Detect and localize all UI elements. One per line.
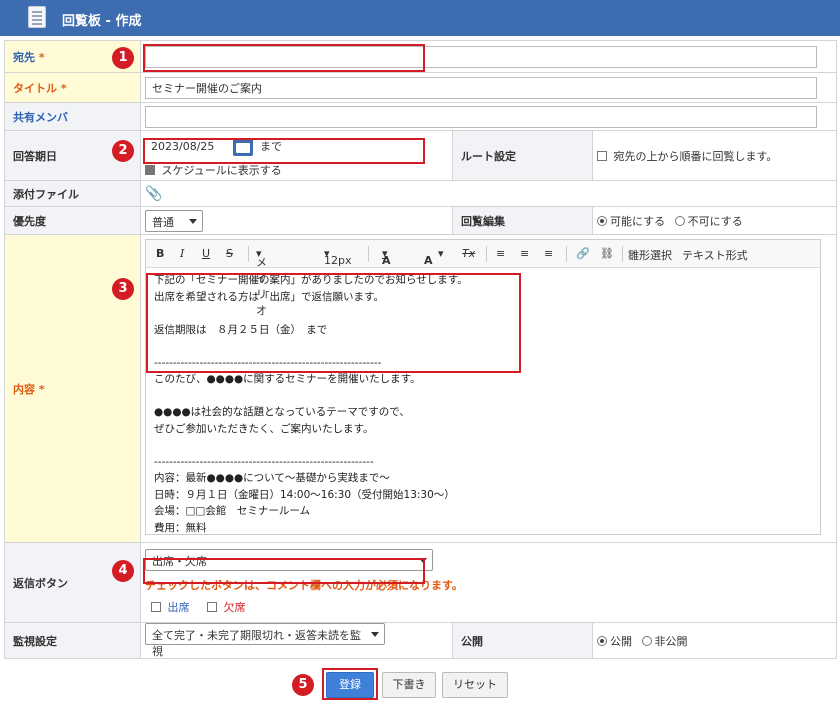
italic-button[interactable]: I bbox=[180, 247, 184, 260]
members-input[interactable] bbox=[145, 105, 817, 128]
editor-toolbar: B I U S メイリオ ▾ 12px ▾ A ▾ A ▾ Tx ≡ ≡ ≡ 🔗… bbox=[146, 240, 820, 317]
label-edit: 回覧編集 bbox=[452, 206, 593, 235]
align-right-icon[interactable]: ≡ bbox=[544, 247, 553, 260]
edit-enable-radio[interactable] bbox=[597, 215, 607, 226]
toolbar-divider bbox=[368, 246, 369, 262]
toolbar-divider bbox=[486, 246, 487, 262]
route-option-label: 宛先の上から順番に回覧します。 bbox=[613, 149, 778, 163]
label-priority: 優先度 bbox=[4, 206, 141, 235]
required-mark: * bbox=[38, 50, 45, 64]
unlink-icon[interactable]: ⛓ bbox=[600, 247, 614, 260]
label-attach: 添付ファイル bbox=[4, 180, 141, 207]
annotation-badge-3: 3 bbox=[112, 278, 134, 300]
required-mark: * bbox=[38, 382, 45, 396]
public-on-label: 公開 bbox=[610, 634, 632, 648]
annotation-box-3 bbox=[146, 273, 521, 373]
align-center-icon[interactable]: ≡ bbox=[520, 247, 529, 260]
draft-button[interactable]: 下書き bbox=[382, 672, 436, 698]
text-mode-button[interactable]: テキスト形式 bbox=[682, 247, 748, 263]
annotation-badge-1: 1 bbox=[112, 47, 134, 69]
toolbar-divider bbox=[566, 246, 567, 262]
font-color-button[interactable]: A ▾ bbox=[382, 247, 391, 267]
window-titlebar: 回覧板 - 作成 bbox=[0, 0, 840, 36]
reply-option-1-checkbox[interactable] bbox=[151, 602, 161, 612]
title-input[interactable] bbox=[145, 76, 817, 99]
label-public: 公開 bbox=[452, 622, 593, 659]
attach-clip-icon[interactable]: 📎 bbox=[145, 186, 162, 202]
strikethrough-button[interactable]: S bbox=[226, 247, 233, 260]
edit-disable-radio[interactable] bbox=[674, 215, 685, 226]
show-schedule-checkbox[interactable] bbox=[145, 164, 155, 175]
show-schedule-label: スケジュールに表示する bbox=[161, 163, 282, 177]
annotation-box-4 bbox=[143, 558, 425, 584]
circular-document-icon bbox=[28, 6, 46, 28]
label-members: 共有メンバ bbox=[4, 102, 141, 131]
public-on-radio[interactable] bbox=[597, 635, 607, 646]
edit-disable-label: 不可にする bbox=[687, 214, 743, 228]
route-checkbox[interactable] bbox=[597, 150, 607, 161]
clear-format-button[interactable]: Tx bbox=[462, 247, 475, 260]
font-size-dropdown[interactable]: 12px ▾ bbox=[324, 247, 352, 267]
background-color-dropdown-icon[interactable]: ▾ bbox=[438, 247, 444, 260]
annotation-box-2 bbox=[143, 138, 425, 164]
annotation-box-5 bbox=[322, 668, 378, 700]
public-off-label: 非公開 bbox=[654, 634, 688, 648]
annotation-box-1 bbox=[143, 44, 425, 72]
row-priority: 優先度 普通 回覧編集 可能にする 不可にする bbox=[4, 206, 837, 235]
label-route: ルート設定 bbox=[452, 130, 593, 181]
annotation-badge-5: 5 bbox=[292, 674, 314, 696]
bold-button[interactable]: B bbox=[156, 247, 164, 260]
toolbar-divider bbox=[622, 246, 623, 262]
reply-option-1-label: 出席 bbox=[167, 601, 190, 614]
priority-select[interactable]: 普通 bbox=[145, 209, 203, 232]
monitor-select[interactable]: 全て完了・未完了期限切れ・返答未読を監視 bbox=[145, 623, 385, 658]
align-left-icon[interactable]: ≡ bbox=[496, 247, 505, 260]
label-title: タイトル * bbox=[4, 72, 141, 103]
underline-button[interactable]: U bbox=[202, 247, 210, 260]
reply-option-2-label: 欠席 bbox=[223, 601, 246, 614]
toolbar-divider bbox=[248, 246, 249, 262]
row-attach: 添付ファイル 📎 bbox=[4, 180, 837, 207]
template-select-button[interactable]: 雛形選択 bbox=[628, 247, 672, 263]
public-off-radio[interactable] bbox=[641, 635, 652, 646]
annotation-badge-4: 4 bbox=[112, 560, 134, 582]
window-title: 回覧板 - 作成 bbox=[62, 14, 142, 29]
font-family-dropdown[interactable]: メイリオ ▾ bbox=[256, 247, 267, 317]
row-members: 共有メンバ bbox=[4, 102, 837, 131]
required-mark: * bbox=[60, 81, 67, 95]
row-title: タイトル * bbox=[4, 72, 837, 103]
link-icon[interactable]: 🔗 bbox=[576, 247, 590, 260]
annotation-badge-2: 2 bbox=[112, 140, 134, 162]
label-monitor: 監視設定 bbox=[4, 622, 141, 659]
row-monitor: 監視設定 全て完了・未完了期限切れ・返答未読を監視 公開 公開 非公開 bbox=[4, 622, 837, 659]
label-reply-button: 返信ボタン bbox=[4, 542, 141, 623]
reset-button[interactable]: リセット bbox=[442, 672, 508, 698]
edit-enable-label: 可能にする bbox=[610, 214, 666, 228]
reply-option-2-checkbox[interactable] bbox=[207, 602, 217, 612]
